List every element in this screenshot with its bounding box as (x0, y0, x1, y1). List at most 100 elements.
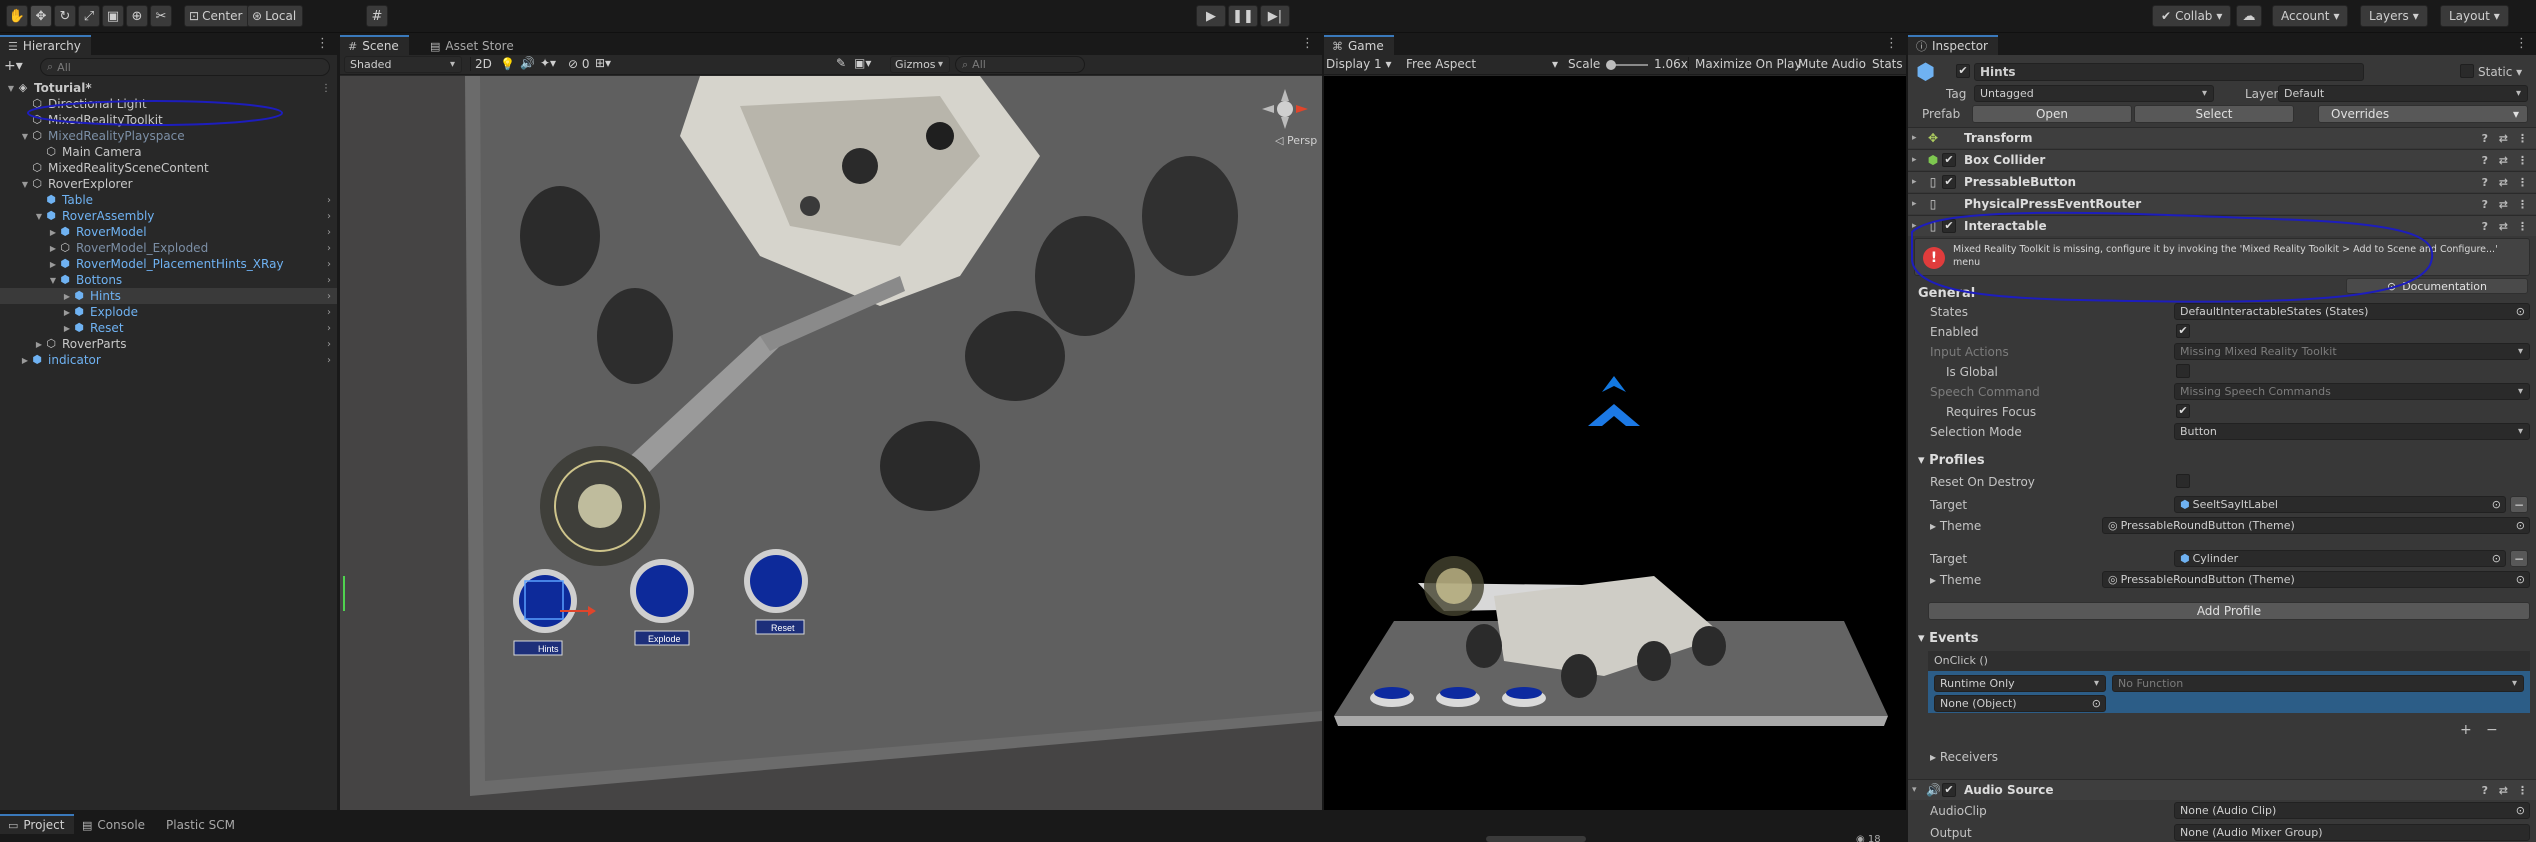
theme-1-label[interactable]: ▸ Theme (1930, 519, 1981, 533)
game-button-explode[interactable] (1436, 687, 1480, 707)
chevron-right-icon[interactable]: › (327, 243, 331, 254)
component-menu-icon[interactable]: ⋮ (2517, 198, 2528, 211)
game-viewport[interactable] (1324, 76, 1906, 810)
target-2-field[interactable]: ⬢ Cylinder ⊙ (2174, 550, 2506, 567)
stats-toggle[interactable]: Stats (1872, 57, 1903, 71)
hierarchy-item[interactable]: ⬢ Table › (0, 192, 337, 208)
expand-arrow-icon[interactable]: ▼ (20, 132, 30, 141)
active-checkbox[interactable]: ✔ (1956, 64, 1970, 78)
object-picker-icon[interactable]: ⊙ (2092, 697, 2101, 710)
component-menu-icon[interactable]: ⋮ (2517, 154, 2528, 167)
panel-menu-icon[interactable]: ⋮ (316, 36, 329, 51)
scene-search-input[interactable]: ⌕ All (955, 56, 1085, 73)
rect-tool-icon[interactable]: ▣ (102, 5, 124, 27)
component-enabled-checkbox[interactable]: ✔ (1942, 175, 1956, 189)
tab-asset-store[interactable]: ▤ Asset Store (422, 35, 524, 55)
hierarchy-item[interactable]: ▼ ⬢ Bottons › (0, 272, 337, 288)
help-icon[interactable]: ? (2482, 176, 2488, 189)
panel-menu-icon[interactable]: ⋮ (1885, 36, 1898, 51)
component-header[interactable]: ▸ ✥ Transform? ⇄ ⋮ (1908, 127, 2536, 148)
pivot-local-button[interactable]: ⊛ Local (247, 5, 304, 27)
chevron-right-icon[interactable]: › (327, 275, 331, 286)
prefab-open-button[interactable]: Open (1972, 105, 2132, 123)
hierarchy-search-input[interactable]: ⌕ All (40, 58, 330, 76)
preset-icon[interactable]: ⇄ (2499, 198, 2508, 211)
theme-1-field[interactable]: ◎ PressableRoundButton (Theme) ⊙ (2102, 517, 2530, 534)
tab-console[interactable]: ▤ Console (74, 814, 155, 834)
scale-tool-icon[interactable]: ⤢ (78, 5, 100, 27)
component-audio-source[interactable]: ▾ 🔊 ✔ Audio Source ? ⇄ ⋮ (1908, 779, 2536, 800)
tools-icon[interactable]: ✎ (836, 56, 846, 70)
static-checkbox[interactable] (2460, 64, 2474, 78)
aspect-dropdown[interactable]: Free Aspect ▾ (1406, 57, 1558, 71)
collapse-arrow-icon[interactable]: ▶ (20, 356, 30, 365)
preset-icon[interactable]: ⇄ (2499, 132, 2508, 145)
hierarchy-item[interactable]: ▼ ⬡ MixedRealityPlayspace (0, 128, 337, 144)
speech-command-dropdown[interactable]: Missing Speech Commands (2174, 383, 2530, 400)
layers-button[interactable]: Layers ▾ (2360, 5, 2428, 27)
component-menu-icon[interactable]: ⋮ (2517, 220, 2528, 233)
static-dropdown[interactable]: Static ▾ (2478, 65, 2522, 79)
documentation-button[interactable]: ⊙ Documentation (2346, 278, 2528, 294)
chevron-right-icon[interactable]: › (327, 211, 331, 222)
tab-project[interactable]: ▭ Project (0, 814, 75, 834)
component-menu-icon[interactable]: ⋮ (2517, 176, 2528, 189)
collapse-arrow-icon[interactable]: ▶ (48, 260, 58, 269)
move-tool-icon[interactable]: ✥ (30, 5, 52, 27)
preset-icon[interactable]: ⇄ (2499, 154, 2508, 167)
tab-hierarchy[interactable]: ☰ Hierarchy (0, 35, 91, 55)
hierarchy-item[interactable]: ⬡ MixedRealitySceneContent (0, 160, 337, 176)
profiles-section-title[interactable]: ▾ Profiles (1918, 453, 1985, 468)
input-actions-dropdown[interactable]: Missing Mixed Reality Toolkit (2174, 343, 2530, 360)
help-icon[interactable]: ? (2482, 198, 2488, 211)
tab-plastic-scm[interactable]: Plastic SCM (158, 814, 245, 834)
mute-audio-toggle[interactable]: Mute Audio (1798, 57, 1866, 71)
receivers-toggle[interactable]: ▸ Receivers (1930, 750, 1998, 764)
game-button-reset[interactable] (1502, 687, 1546, 707)
output-field[interactable]: None (Audio Mixer Group) (2174, 824, 2530, 841)
hidden-objects-toggle[interactable]: ⊘ 0 (568, 57, 590, 71)
preset-icon[interactable]: ⇄ (2499, 784, 2508, 797)
hierarchy-item[interactable]: ⬡ Directional Light (0, 96, 337, 112)
collapse-arrow-icon[interactable]: ▶ (34, 340, 44, 349)
cloud-icon[interactable]: ☁ (2236, 5, 2262, 27)
persp-label[interactable]: ◁ Persp (1275, 134, 1317, 147)
component-enabled-checkbox[interactable]: ✔ (1942, 219, 1956, 233)
collapse-arrow-icon[interactable]: ▶ (62, 292, 72, 301)
collapse-arrow-icon[interactable]: ▶ (62, 308, 72, 317)
scene-menu-icon[interactable]: ⋮ (321, 83, 331, 94)
prefab-select-button[interactable]: Select (2134, 105, 2294, 123)
zoom-slider[interactable] (1486, 836, 1586, 842)
hierarchy-item[interactable]: ⬡ MixedRealityToolkit (0, 112, 337, 128)
step-button[interactable]: ▶| (1260, 5, 1290, 27)
maximize-on-play-toggle[interactable]: Maximize On Play (1688, 57, 1802, 71)
expand-arrow-icon[interactable]: ▼ (20, 180, 30, 189)
lighting-icon[interactable]: 💡 (500, 57, 515, 71)
scene-viewport[interactable]: Hints Explode Reset ◁ Persp (340, 76, 1322, 810)
custom-tool-icon[interactable]: ✂ (150, 5, 172, 27)
object-picker-icon[interactable]: ⊙ (2516, 305, 2525, 318)
collapse-arrow-icon[interactable]: ▶ (48, 228, 58, 237)
panel-menu-icon[interactable]: ⋮ (2515, 36, 2528, 51)
display-dropdown[interactable]: Display 1 ▾ (1326, 57, 1392, 71)
events-section-title[interactable]: ▾ Events (1918, 631, 1978, 646)
requires-focus-checkbox[interactable]: ✔ (2176, 404, 2190, 418)
collapse-arrow-icon[interactable]: ▶ (48, 244, 58, 253)
account-button[interactable]: Account ▾ (2272, 5, 2349, 27)
chevron-right-icon[interactable]: › (327, 227, 331, 238)
help-icon[interactable]: ? (2482, 220, 2488, 233)
help-icon[interactable]: ? (2482, 132, 2488, 145)
remove-target-2-button[interactable]: − (2510, 550, 2528, 567)
scale-slider-handle[interactable] (1606, 60, 1616, 70)
hierarchy-item[interactable]: ▼ ◈ Toturial* ⋮ (0, 80, 337, 96)
chevron-right-icon[interactable]: › (327, 355, 331, 366)
pause-button[interactable]: ❚❚ (1228, 5, 1258, 27)
object-picker-icon[interactable]: ⊙ (2492, 552, 2501, 565)
expand-arrow-icon[interactable]: ▼ (48, 276, 58, 285)
remove-target-1-button[interactable]: − (2510, 496, 2528, 513)
reset-on-destroy-checkbox[interactable] (2176, 474, 2190, 488)
effects-icon[interactable]: ✦▾ (540, 56, 556, 70)
component-enabled-checkbox[interactable]: ✔ (1942, 153, 1956, 167)
help-icon[interactable]: ? (2482, 784, 2488, 797)
target-1-field[interactable]: ⬢ SeeltSayItLabel ⊙ (2174, 496, 2506, 513)
